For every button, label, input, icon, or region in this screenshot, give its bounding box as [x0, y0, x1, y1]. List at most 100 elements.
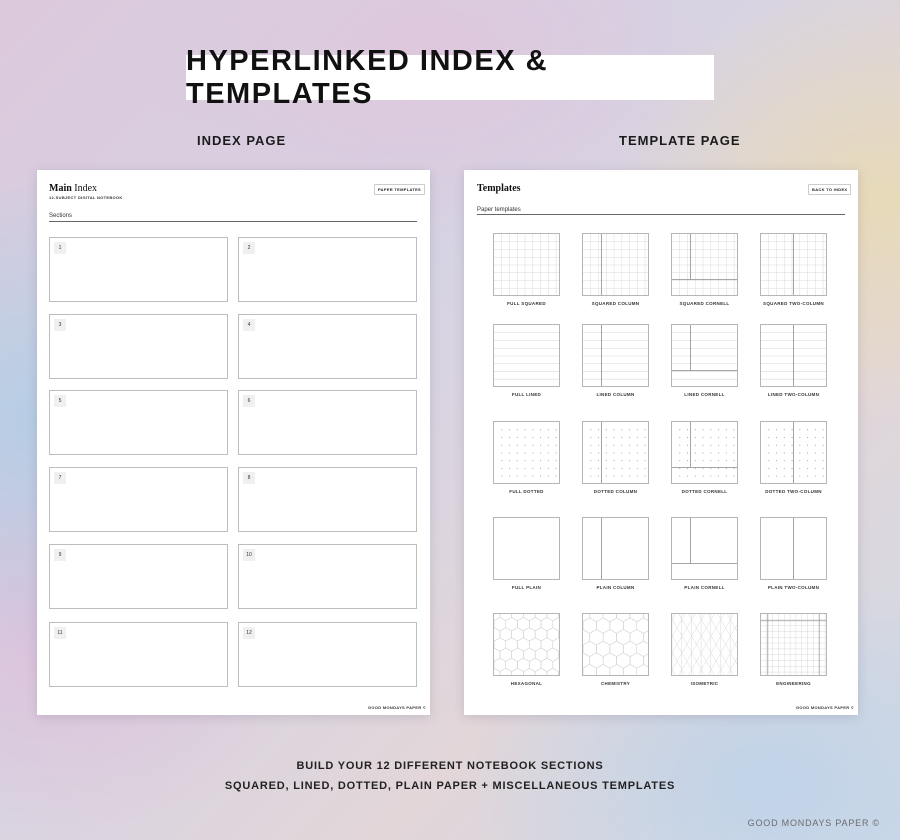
template-label-dotted-column[interactable]: DOTTED COLUMN	[566, 489, 666, 494]
template-thumb-full-plain[interactable]	[493, 517, 560, 580]
sections-divider	[49, 221, 417, 222]
section-cell-10[interactable]: 10	[238, 544, 417, 609]
section-cell-5[interactable]: 5	[49, 390, 228, 455]
template-label-full-plain[interactable]: FULL PLAIN	[477, 585, 577, 590]
template-label-full-lined[interactable]: FULL LINED	[477, 392, 577, 397]
template-thumb-squared-cornell[interactable]	[671, 233, 738, 296]
template-label-squared-column[interactable]: SQUARED COLUMN	[566, 301, 666, 306]
section-cell-11[interactable]: 11	[49, 622, 228, 687]
template-preview	[672, 614, 737, 675]
section-number: 11	[54, 627, 66, 639]
section-cell-1[interactable]: 1	[49, 237, 228, 302]
template-label-full-dotted[interactable]: FULL DOTTED	[477, 489, 577, 494]
index-footer: GOOD MONDAYS PAPER ©	[368, 705, 427, 710]
index-title-bold: Main	[49, 183, 72, 194]
template-preview	[501, 429, 557, 477]
templates-divider	[477, 214, 845, 215]
template-label-lined-two-column[interactable]: LINED TWO-COLUMN	[744, 392, 844, 397]
template-thumb-dotted-cornell[interactable]	[671, 421, 738, 484]
section-cell-7[interactable]: 7	[49, 467, 228, 532]
caption-line-1: BUILD YOUR 12 DIFFERENT NOTEBOOK SECTION…	[296, 760, 604, 772]
index-page-label: INDEX PAGE	[197, 133, 287, 148]
template-thumb-lined-two-column[interactable]	[760, 324, 827, 387]
template-preview	[761, 234, 826, 295]
section-number: 3	[54, 319, 66, 331]
template-thumb-plain-two-column[interactable]	[760, 517, 827, 580]
template-thumb-squared-column[interactable]	[582, 233, 649, 296]
template-page-title: Templates	[477, 183, 521, 194]
template-thumb-full-dotted[interactable]	[493, 421, 560, 484]
paper-templates-button[interactable]: PAPER TEMPLATES	[374, 184, 426, 195]
section-number: 9	[54, 549, 66, 561]
back-to-index-button[interactable]: BACK TO INDEX	[808, 184, 852, 195]
template-label-plain-column[interactable]: PLAIN COLUMN	[566, 585, 666, 590]
template-thumb-chemistry[interactable]	[582, 613, 649, 676]
template-preview	[601, 518, 602, 579]
template-label-squared-cornell[interactable]: SQUARED CORNELL	[655, 301, 755, 306]
sections-label: Sections	[49, 213, 73, 219]
headline-banner: HYPERLINKED INDEX & TEMPLATES	[186, 45, 714, 110]
template-thumb-lined-cornell[interactable]	[671, 324, 738, 387]
section-number: 7	[54, 472, 66, 484]
template-preview	[672, 234, 737, 295]
section-number: 10	[243, 549, 255, 561]
template-preview	[583, 325, 648, 386]
template-page-label: TEMPLATE PAGE	[619, 133, 741, 148]
section-number: 6	[243, 395, 255, 407]
section-number: 2	[243, 242, 255, 254]
section-number: 12	[243, 627, 255, 639]
template-preview	[768, 422, 824, 483]
section-cell-6[interactable]: 6	[238, 390, 417, 455]
template-thumb-hexagonal[interactable]	[493, 613, 560, 676]
paper-templates-label: Paper templates	[477, 207, 521, 213]
template-label-engineering[interactable]: ENGINEERING	[744, 681, 844, 686]
template-label-plain-two-column[interactable]: PLAIN TWO-COLUMN	[744, 585, 844, 590]
template-page: Templates BACK TO INDEX Paper templates …	[464, 170, 858, 715]
template-label-full-squared[interactable]: FULL SQUARED	[477, 301, 577, 306]
template-preview	[761, 325, 826, 386]
template-thumb-engineering[interactable]	[760, 613, 827, 676]
template-thumb-dotted-two-column[interactable]	[760, 421, 827, 484]
template-preview	[494, 614, 559, 675]
section-number: 4	[243, 319, 255, 331]
template-label-plain-cornell[interactable]: PLAIN CORNELL	[655, 585, 755, 590]
index-page: Main Index 12-SUBJECT DIGITAL NOTEBOOK P…	[37, 170, 430, 715]
template-thumb-full-lined[interactable]	[493, 324, 560, 387]
template-label-dotted-two-column[interactable]: DOTTED TWO-COLUMN	[744, 489, 844, 494]
index-title-rest: Index	[71, 183, 98, 194]
template-label-squared-two-column[interactable]: SQUARED TWO-COLUMN	[744, 301, 844, 306]
section-cell-8[interactable]: 8	[238, 467, 417, 532]
template-thumb-plain-cornell[interactable]	[671, 517, 738, 580]
template-label-dotted-cornell[interactable]: DOTTED CORNELL	[655, 489, 755, 494]
template-preview	[672, 325, 737, 380]
template-label-isometric[interactable]: ISOMETRIC	[655, 681, 755, 686]
template-thumb-full-squared[interactable]	[493, 233, 560, 296]
template-preview	[672, 518, 737, 564]
brand-watermark: GOOD MONDAYS PAPER ©	[747, 818, 880, 828]
template-preview	[590, 422, 646, 483]
template-label-chemistry[interactable]: CHEMISTRY	[566, 681, 666, 686]
template-preview	[793, 518, 794, 579]
section-number: 8	[243, 472, 255, 484]
section-cell-3[interactable]: 3	[49, 314, 228, 379]
index-page-subtitle: 12-SUBJECT DIGITAL NOTEBOOK	[49, 195, 123, 200]
section-cell-9[interactable]: 9	[49, 544, 228, 609]
template-label-lined-column[interactable]: LINED COLUMN	[566, 392, 666, 397]
template-thumb-dotted-column[interactable]	[582, 421, 649, 484]
section-cell-4[interactable]: 4	[238, 314, 417, 379]
section-cell-12[interactable]: 12	[238, 622, 417, 687]
template-preview	[494, 332, 559, 380]
template-label-hexagonal[interactable]: HEXAGONAL	[477, 681, 577, 686]
template-thumb-squared-two-column[interactable]	[760, 233, 827, 296]
index-page-title: Main Index	[49, 183, 97, 194]
template-label-lined-cornell[interactable]: LINED CORNELL	[655, 392, 755, 397]
section-cell-2[interactable]: 2	[238, 237, 417, 302]
template-thumb-plain-column[interactable]	[582, 517, 649, 580]
template-preview	[761, 614, 826, 675]
template-thumb-isometric[interactable]	[671, 613, 738, 676]
headline-text: HYPERLINKED INDEX & TEMPLATES	[186, 44, 549, 110]
section-number: 1	[54, 242, 66, 254]
template-preview	[583, 614, 648, 675]
template-title-text: Templates	[477, 183, 521, 194]
template-thumb-lined-column[interactable]	[582, 324, 649, 387]
